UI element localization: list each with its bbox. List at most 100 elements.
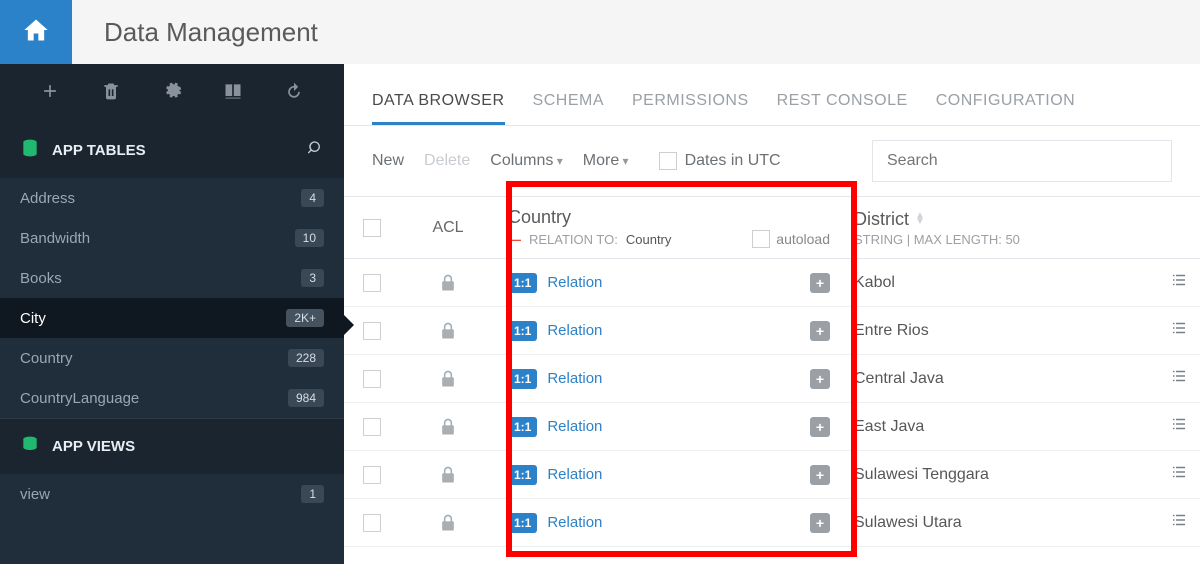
tab-configuration[interactable]: CONFIGURATION xyxy=(936,92,1076,125)
gear-icon[interactable] xyxy=(162,81,182,106)
relation-link[interactable]: Relation xyxy=(547,514,602,531)
district-cell[interactable]: Kabol xyxy=(842,271,1200,294)
view-count: 1 xyxy=(301,485,324,503)
acl-lock[interactable] xyxy=(400,465,496,485)
district-cell[interactable]: Entre Rios xyxy=(842,319,1200,342)
checkbox-icon[interactable] xyxy=(363,418,381,436)
autoload-toggle[interactable]: autoload xyxy=(752,230,830,248)
add-relation-icon[interactable]: + xyxy=(810,273,830,293)
row-action-icon[interactable] xyxy=(1170,271,1188,294)
sidebar-item-view[interactable]: view 1 xyxy=(0,474,344,514)
sidebar-toolbar xyxy=(0,64,344,122)
row-select[interactable] xyxy=(344,418,400,436)
add-icon[interactable] xyxy=(40,81,60,106)
tab-permissions[interactable]: PERMISSIONS xyxy=(632,92,749,125)
row-action-icon[interactable] xyxy=(1170,415,1188,438)
sidebar-item-city[interactable]: City 2K+ xyxy=(0,298,344,338)
sidebar-item-bandwidth[interactable]: Bandwidth 10 xyxy=(0,218,344,258)
table-name: Books xyxy=(20,270,62,287)
table-name: Bandwidth xyxy=(20,230,90,247)
new-button[interactable]: New xyxy=(372,152,404,170)
row-select[interactable] xyxy=(344,370,400,388)
relation-link[interactable]: Relation xyxy=(547,322,602,339)
sidebar-item-countrylanguage[interactable]: CountryLanguage 984 xyxy=(0,378,344,418)
sidebar-item-address[interactable]: Address 4 xyxy=(0,178,344,218)
home-button[interactable] xyxy=(0,0,72,64)
checkbox-icon[interactable] xyxy=(752,230,770,248)
delete-button[interactable]: Delete xyxy=(424,152,470,170)
district-title: District xyxy=(854,209,909,230)
relation-cell[interactable]: 1:1 Relation + xyxy=(496,321,842,341)
relation-cell[interactable]: 1:1 Relation + xyxy=(496,465,842,485)
acl-lock[interactable] xyxy=(400,273,496,293)
row-action-icon[interactable] xyxy=(1170,319,1188,342)
row-action-icon[interactable] xyxy=(1170,511,1188,534)
relation-cell[interactable]: 1:1 Relation + xyxy=(496,417,842,437)
trash-icon[interactable] xyxy=(101,81,121,106)
district-cell[interactable]: Sulawesi Tenggara xyxy=(842,463,1200,486)
refresh-icon[interactable] xyxy=(284,81,304,106)
relation-link[interactable]: Relation xyxy=(547,466,602,483)
acl-lock[interactable] xyxy=(400,513,496,533)
search-icon[interactable] xyxy=(308,140,324,160)
district-cell[interactable]: Central Java xyxy=(842,367,1200,390)
table-row[interactable]: 1:1 Relation + Sulawesi Utara xyxy=(344,499,1200,547)
grid-toolbar: New Delete Columns More Dates in UTC xyxy=(344,126,1200,197)
sidebar: APP TABLES Address 4 Bandwidth 10 Books … xyxy=(0,64,344,564)
dates-utc-toggle[interactable]: Dates in UTC xyxy=(659,152,781,170)
district-cell[interactable]: East Java xyxy=(842,415,1200,438)
more-dropdown[interactable]: More xyxy=(583,152,629,170)
sort-icon[interactable]: ▲▼ xyxy=(915,213,925,225)
tab-data-browser[interactable]: DATA BROWSER xyxy=(372,92,505,125)
table-row[interactable]: 1:1 Relation + East Java xyxy=(344,403,1200,451)
acl-lock[interactable] xyxy=(400,321,496,341)
row-action-icon[interactable] xyxy=(1170,463,1188,486)
relation-cell[interactable]: 1:1 Relation + xyxy=(496,369,842,389)
relation-link[interactable]: Relation xyxy=(547,274,602,291)
row-select[interactable] xyxy=(344,274,400,292)
main-panel: DATA BROWSER SCHEMA PERMISSIONS REST CON… xyxy=(344,64,1200,564)
district-header[interactable]: District ▲▼ STRING | MAX LENGTH: 50 xyxy=(842,197,1200,258)
acl-lock[interactable] xyxy=(400,417,496,437)
top-header: Data Management xyxy=(0,0,1200,64)
grid-body: 1:1 Relation + Kabol 1:1 Relation + Entr… xyxy=(344,259,1200,547)
checkbox-icon[interactable] xyxy=(363,219,381,237)
sidebar-item-books[interactable]: Books 3 xyxy=(0,258,344,298)
select-all-cell[interactable] xyxy=(344,197,400,258)
table-row[interactable]: 1:1 Relation + Entre Rios xyxy=(344,307,1200,355)
columns-dropdown[interactable]: Columns xyxy=(490,152,563,170)
checkbox-icon[interactable] xyxy=(363,322,381,340)
checkbox-icon[interactable] xyxy=(363,274,381,292)
search-input[interactable] xyxy=(872,140,1172,182)
add-relation-icon[interactable]: + xyxy=(810,369,830,389)
checkbox-icon[interactable] xyxy=(363,466,381,484)
relation-badge: 1:1 xyxy=(508,465,537,485)
checkbox-icon[interactable] xyxy=(363,514,381,532)
country-title: Country xyxy=(508,207,830,228)
sidebar-item-country[interactable]: Country 228 xyxy=(0,338,344,378)
row-select[interactable] xyxy=(344,466,400,484)
district-cell[interactable]: Sulawesi Utara xyxy=(842,511,1200,534)
table-row[interactable]: 1:1 Relation + Kabol xyxy=(344,259,1200,307)
tab-schema[interactable]: SCHEMA xyxy=(533,92,604,125)
relation-to-label: RELATION TO: xyxy=(529,232,618,247)
add-relation-icon[interactable]: + xyxy=(810,465,830,485)
add-relation-icon[interactable]: + xyxy=(810,417,830,437)
relation-link[interactable]: Relation xyxy=(547,418,602,435)
table-row[interactable]: 1:1 Relation + Central Java xyxy=(344,355,1200,403)
tab-rest-console[interactable]: REST CONSOLE xyxy=(777,92,908,125)
add-relation-icon[interactable]: + xyxy=(810,321,830,341)
add-relation-icon[interactable]: + xyxy=(810,513,830,533)
checkbox-icon[interactable] xyxy=(659,152,677,170)
app-views-label: APP VIEWS xyxy=(52,438,135,455)
relation-cell[interactable]: 1:1 Relation + xyxy=(496,273,842,293)
acl-lock[interactable] xyxy=(400,369,496,389)
table-row[interactable]: 1:1 Relation + Sulawesi Tenggara xyxy=(344,451,1200,499)
row-action-icon[interactable] xyxy=(1170,367,1188,390)
book-icon[interactable] xyxy=(223,81,243,106)
relation-cell[interactable]: 1:1 Relation + xyxy=(496,513,842,533)
row-select[interactable] xyxy=(344,514,400,532)
relation-link[interactable]: Relation xyxy=(547,370,602,387)
relation-dash-icon: — xyxy=(508,232,521,247)
checkbox-icon[interactable] xyxy=(363,370,381,388)
